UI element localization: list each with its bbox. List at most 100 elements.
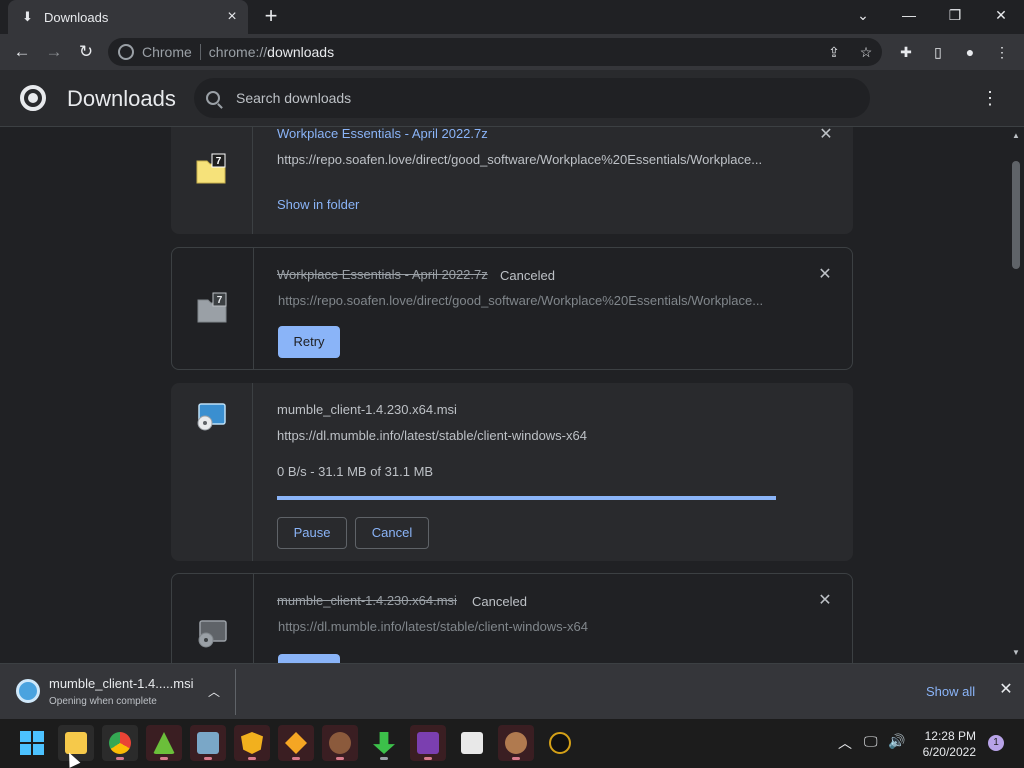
sky-app-icon xyxy=(197,732,219,754)
url-host: downloads xyxy=(267,44,335,60)
clock[interactable]: 12:28 PM 6/20/2022 xyxy=(920,728,976,760)
more-actions-icon[interactable]: ⋮ xyxy=(980,88,1000,108)
app-taskbar-6[interactable] xyxy=(366,725,402,761)
show-all-link[interactable]: Show all xyxy=(926,684,975,699)
scroll-up-arrow-icon[interactable]: ▲ xyxy=(1012,132,1020,140)
retry-button[interactable]: Retry xyxy=(278,326,340,358)
tab-close-icon[interactable]: × xyxy=(224,9,240,25)
restore-button[interactable]: ❐ xyxy=(940,4,970,26)
chrome-logo-icon xyxy=(20,85,46,111)
app-taskbar-5[interactable] xyxy=(322,725,358,761)
download-item: 7 Workplace Essentials - April 2022.7z C… xyxy=(171,247,853,370)
active-indicator xyxy=(204,757,212,760)
chevron-up-icon[interactable]: ︿ xyxy=(206,683,222,699)
address-bar[interactable]: Chrome chrome:// downloads xyxy=(108,38,882,66)
tab-title: Downloads xyxy=(44,9,109,25)
file-url[interactable]: https://repo.soafen.love/direct/good_sof… xyxy=(278,293,772,308)
app-taskbar-7[interactable] xyxy=(410,725,446,761)
file-name-link[interactable]: Workplace Essentials - April 2022.7z xyxy=(277,127,488,141)
progress-fill xyxy=(277,496,776,500)
app-taskbar-9[interactable] xyxy=(498,725,534,761)
tab-strip: ⬇ Downloads × + ⌄ — ❐ ✕ xyxy=(0,0,1024,34)
pause-button[interactable]: Pause xyxy=(277,517,347,549)
network-icon[interactable]: 🖵 xyxy=(864,733,878,750)
file-icon-column: 7 xyxy=(171,127,253,234)
windows-logo-icon xyxy=(20,731,44,755)
search-input[interactable] xyxy=(236,90,836,106)
forward-arrow-icon[interactable]: → xyxy=(42,40,66,64)
shelf-file-name: mumble_client-1.4.....msi xyxy=(49,676,194,691)
window-close-button[interactable]: ✕ xyxy=(986,4,1016,26)
app-taskbar-2[interactable] xyxy=(190,725,226,761)
remove-item-icon[interactable]: ✕ xyxy=(818,593,832,609)
svg-text:7: 7 xyxy=(216,156,222,167)
app-taskbar-10[interactable] xyxy=(542,725,578,761)
active-indicator xyxy=(424,757,432,760)
shelf-close-icon[interactable]: ✕ xyxy=(998,682,1014,698)
site-chip: Chrome xyxy=(142,44,192,60)
status-wrap: Canceled xyxy=(462,593,527,611)
scroll-thumb[interactable] xyxy=(1012,161,1020,269)
file-name-text: mumble_client-1.4.230.x64.msi xyxy=(277,593,457,608)
share-icon[interactable]: ⇪ xyxy=(823,41,845,63)
app-taskbar-4[interactable] xyxy=(278,725,314,761)
volume-icon[interactable]: 🔊 xyxy=(888,733,905,750)
status-canceled: Canceled xyxy=(500,268,555,283)
chrome-icon xyxy=(109,732,131,754)
minimize-button[interactable]: — xyxy=(894,4,924,26)
archive-7z-icon: 7 xyxy=(197,292,227,323)
page-scrollbar[interactable]: ▲ ▼ xyxy=(1008,127,1024,663)
extensions-icon[interactable]: ✚ xyxy=(895,41,917,63)
triangle-app-icon xyxy=(153,732,175,754)
reload-icon[interactable]: ↻ xyxy=(74,40,98,64)
url-scheme: chrome:// xyxy=(208,44,268,60)
cancel-button[interactable]: Cancel xyxy=(355,517,429,549)
download-icon: ⬇ xyxy=(22,9,33,24)
file-url[interactable]: https://dl.mumble.info/latest/stable/cli… xyxy=(277,428,771,443)
tab-search-icon[interactable]: ⌄ xyxy=(848,4,878,26)
shield-icon xyxy=(241,732,263,754)
retry-button-partial[interactable] xyxy=(278,654,340,663)
bookmark-star-icon[interactable]: ☆ xyxy=(855,41,877,63)
search-icon xyxy=(206,91,220,105)
app-taskbar-1[interactable] xyxy=(146,725,182,761)
active-indicator xyxy=(292,757,300,760)
monkey-app-icon xyxy=(505,732,527,754)
scroll-down-arrow-icon[interactable]: ▼ xyxy=(1012,649,1020,657)
show-in-folder-link[interactable]: Show in folder xyxy=(277,197,359,212)
gear-badge-icon xyxy=(285,732,307,754)
ninja-app-icon xyxy=(549,732,571,754)
remove-item-icon[interactable]: ✕ xyxy=(818,267,832,283)
file-name[interactable]: mumble_client-1.4.230.x64.msi xyxy=(277,402,457,417)
file-name: mumble_client-1.4.230.x64.msi xyxy=(277,593,457,608)
active-indicator xyxy=(336,757,344,760)
chrome-taskbar[interactable] xyxy=(102,725,138,761)
remove-item-icon[interactable]: ✕ xyxy=(819,127,833,143)
archive-7z-icon: 7 xyxy=(196,153,226,184)
tab-downloads[interactable]: ⬇ Downloads × xyxy=(8,0,248,34)
active-indicator xyxy=(116,757,124,760)
chevron-up-tray-icon[interactable]: ︿ xyxy=(838,733,852,753)
file-url[interactable]: https://repo.soafen.love/direct/good_sof… xyxy=(277,152,771,167)
downloads-list[interactable]: 7 Workplace Essentials - April 2022.7z h… xyxy=(0,127,1008,663)
active-indicator xyxy=(380,757,388,760)
msi-installer-icon xyxy=(198,620,227,648)
back-arrow-icon[interactable]: ← xyxy=(10,40,34,64)
file-url[interactable]: https://dl.mumble.info/latest/stable/cli… xyxy=(278,619,772,634)
side-panel-icon[interactable]: ▯ xyxy=(927,41,949,63)
search-box[interactable] xyxy=(194,78,870,118)
game-app-icon xyxy=(417,732,439,754)
browser-menu-icon[interactable]: ⋮ xyxy=(991,41,1013,63)
app-taskbar-3[interactable] xyxy=(234,725,270,761)
start-button[interactable] xyxy=(14,725,50,761)
profile-avatar-icon[interactable]: ● xyxy=(959,41,981,63)
download-arrow-icon xyxy=(373,732,395,754)
new-tab-button[interactable]: + xyxy=(260,5,282,28)
clock-date: 6/20/2022 xyxy=(922,745,976,759)
shelf-download-item[interactable]: mumble_client-1.4.....msi Opening when c… xyxy=(8,669,236,715)
download-shelf: mumble_client-1.4.....msi Opening when c… xyxy=(0,663,1024,719)
app-taskbar-8[interactable] xyxy=(454,725,490,761)
notification-badge[interactable]: 1 xyxy=(988,735,1004,751)
download-item: 7 Workplace Essentials - April 2022.7z h… xyxy=(171,127,853,234)
file-icon-column: 7 xyxy=(172,248,254,369)
